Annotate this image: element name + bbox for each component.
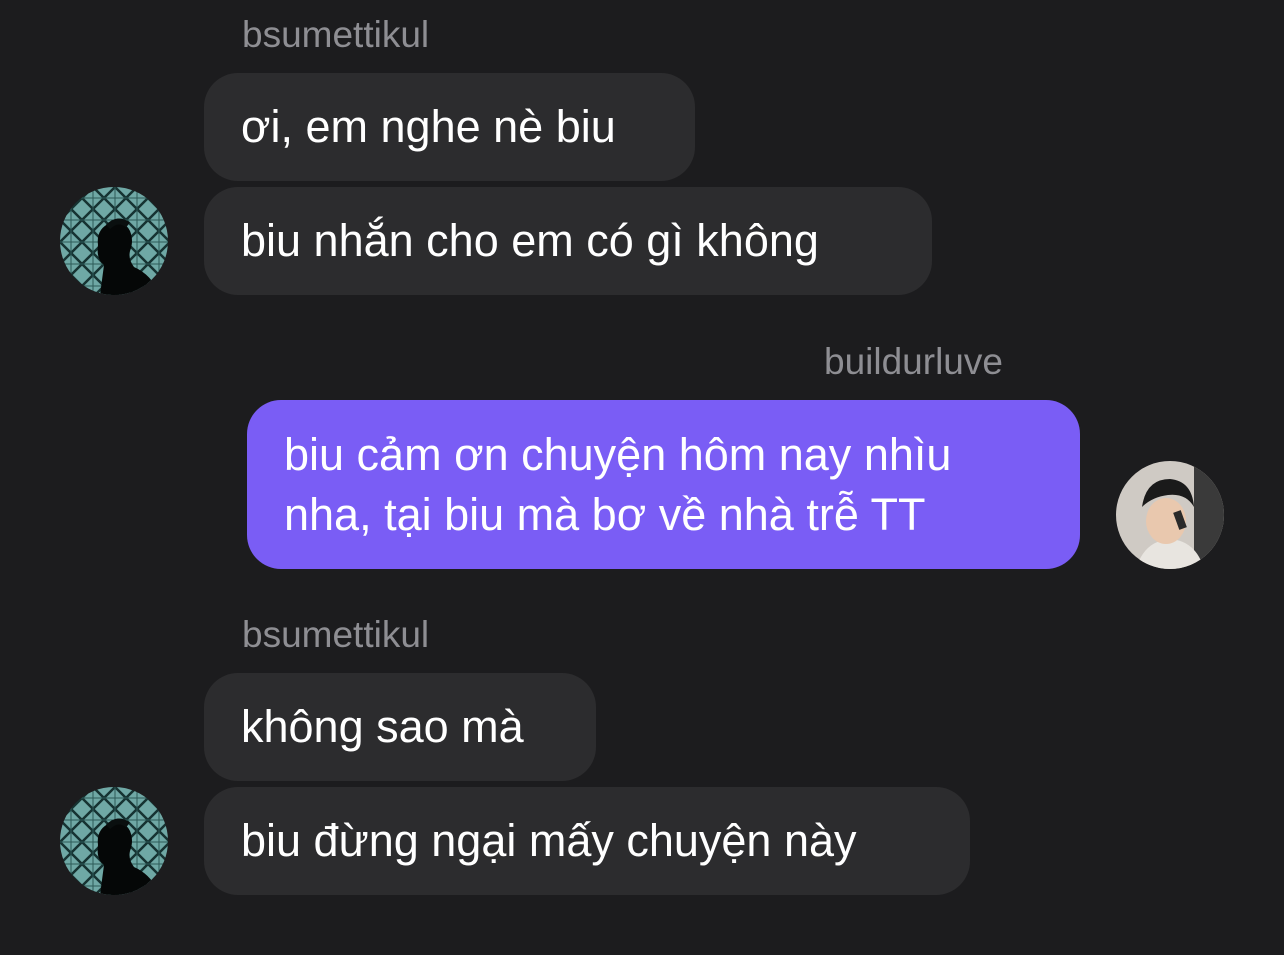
message-bubble[interactable]: biu đừng ngại mấy chuyện này <box>204 787 970 895</box>
message-text: biu cảm ơn chuyện hôm nay nhìu nha, tại … <box>284 429 952 540</box>
message-text: không sao mà <box>241 701 524 752</box>
chat-thread: bsumettikul ơi, em nghe nè biu biu nhắn … <box>0 0 1284 955</box>
silhouette-avatar-icon[interactable] <box>60 787 168 895</box>
message-text: ơi, em nghe nè biu <box>241 101 616 152</box>
user-photo-avatar-icon[interactable] <box>1116 461 1224 569</box>
sender-name: bsumettikul <box>242 614 430 655</box>
sender-name: bsumettikul <box>242 14 430 55</box>
sender-name: buildurluve <box>824 341 1003 382</box>
message-bubble[interactable]: biu cảm ơn chuyện hôm nay nhìu nha, tại … <box>247 400 1080 569</box>
message-text: biu đừng ngại mấy chuyện này <box>241 815 857 866</box>
silhouette-avatar-icon[interactable] <box>60 187 168 295</box>
message-bubble[interactable]: biu nhắn cho em có gì không <box>204 187 932 295</box>
message-bubble[interactable]: ơi, em nghe nè biu <box>204 73 695 181</box>
message-bubble[interactable]: không sao mà <box>204 673 596 781</box>
message-text: biu nhắn cho em có gì không <box>241 215 819 266</box>
